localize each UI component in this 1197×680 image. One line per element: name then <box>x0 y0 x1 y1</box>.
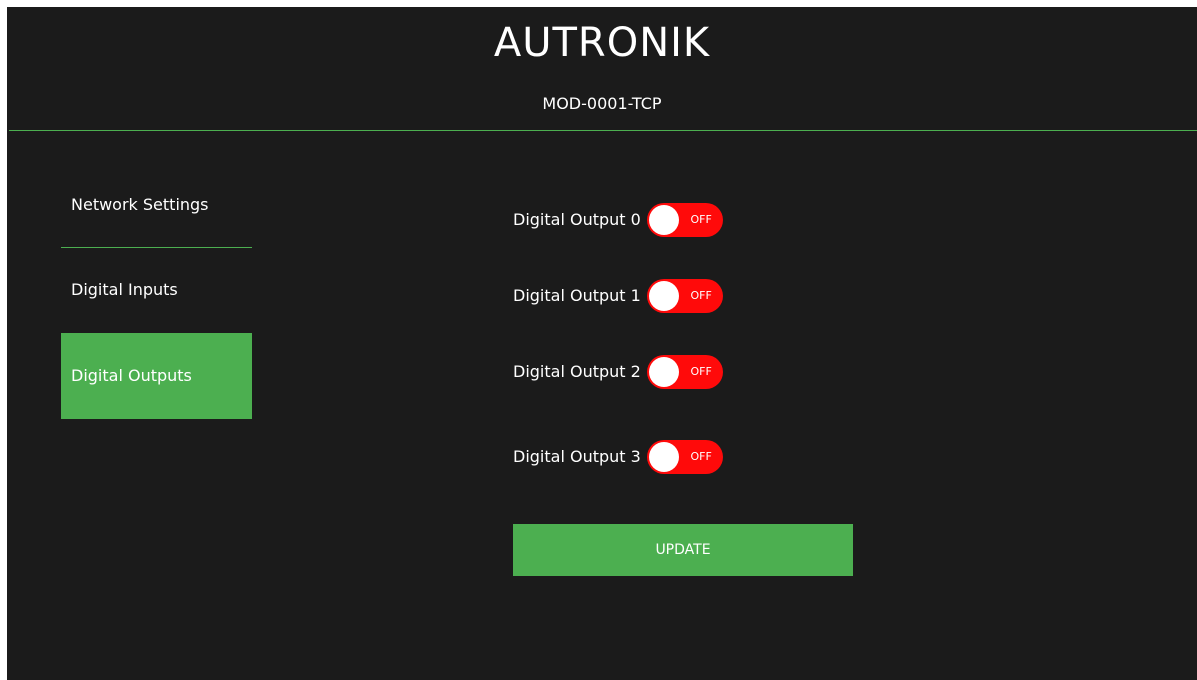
toggle-state-text: OFF <box>690 365 712 378</box>
device-model: MOD-0001-TCP <box>542 94 662 113</box>
digital-output-label: Digital Output 3 <box>513 447 641 466</box>
digital-output-2-toggle[interactable]: OFF <box>646 355 723 389</box>
digital-output-label: Digital Output 1 <box>513 286 641 305</box>
brand-logo: AUTRONIK <box>493 20 711 66</box>
header-divider <box>9 130 1197 131</box>
nav-divider <box>61 247 252 248</box>
update-button[interactable]: UPDATE <box>513 524 853 576</box>
digital-output-row-3: Digital Output 3 OFF <box>513 440 723 474</box>
digital-output-label: Digital Output 0 <box>513 210 641 229</box>
digital-output-0-toggle[interactable]: OFF <box>646 203 723 237</box>
app-frame: AUTRONIK MOD-0001-TCP Network Settings D… <box>7 7 1197 680</box>
toggle-state-text: OFF <box>690 289 712 302</box>
nav-item-network-settings[interactable]: Network Settings <box>61 190 252 220</box>
toggle-knob <box>648 442 679 472</box>
digital-output-1-toggle[interactable]: OFF <box>646 279 723 313</box>
digital-output-row-0: Digital Output 0 OFF <box>513 203 723 237</box>
digital-output-label: Digital Output 2 <box>513 362 641 381</box>
toggle-knob <box>648 357 679 387</box>
toggle-knob <box>648 281 679 311</box>
nav-item-digital-inputs[interactable]: Digital Inputs <box>61 275 252 305</box>
digital-output-3-toggle[interactable]: OFF <box>646 440 723 474</box>
digital-output-row-2: Digital Output 2 OFF <box>513 355 723 389</box>
toggle-knob <box>648 205 679 235</box>
digital-output-row-1: Digital Output 1 OFF <box>513 279 723 313</box>
toggle-state-text: OFF <box>690 213 712 226</box>
toggle-state-text: OFF <box>690 450 712 463</box>
nav-item-digital-outputs[interactable]: Digital Outputs <box>61 333 252 419</box>
